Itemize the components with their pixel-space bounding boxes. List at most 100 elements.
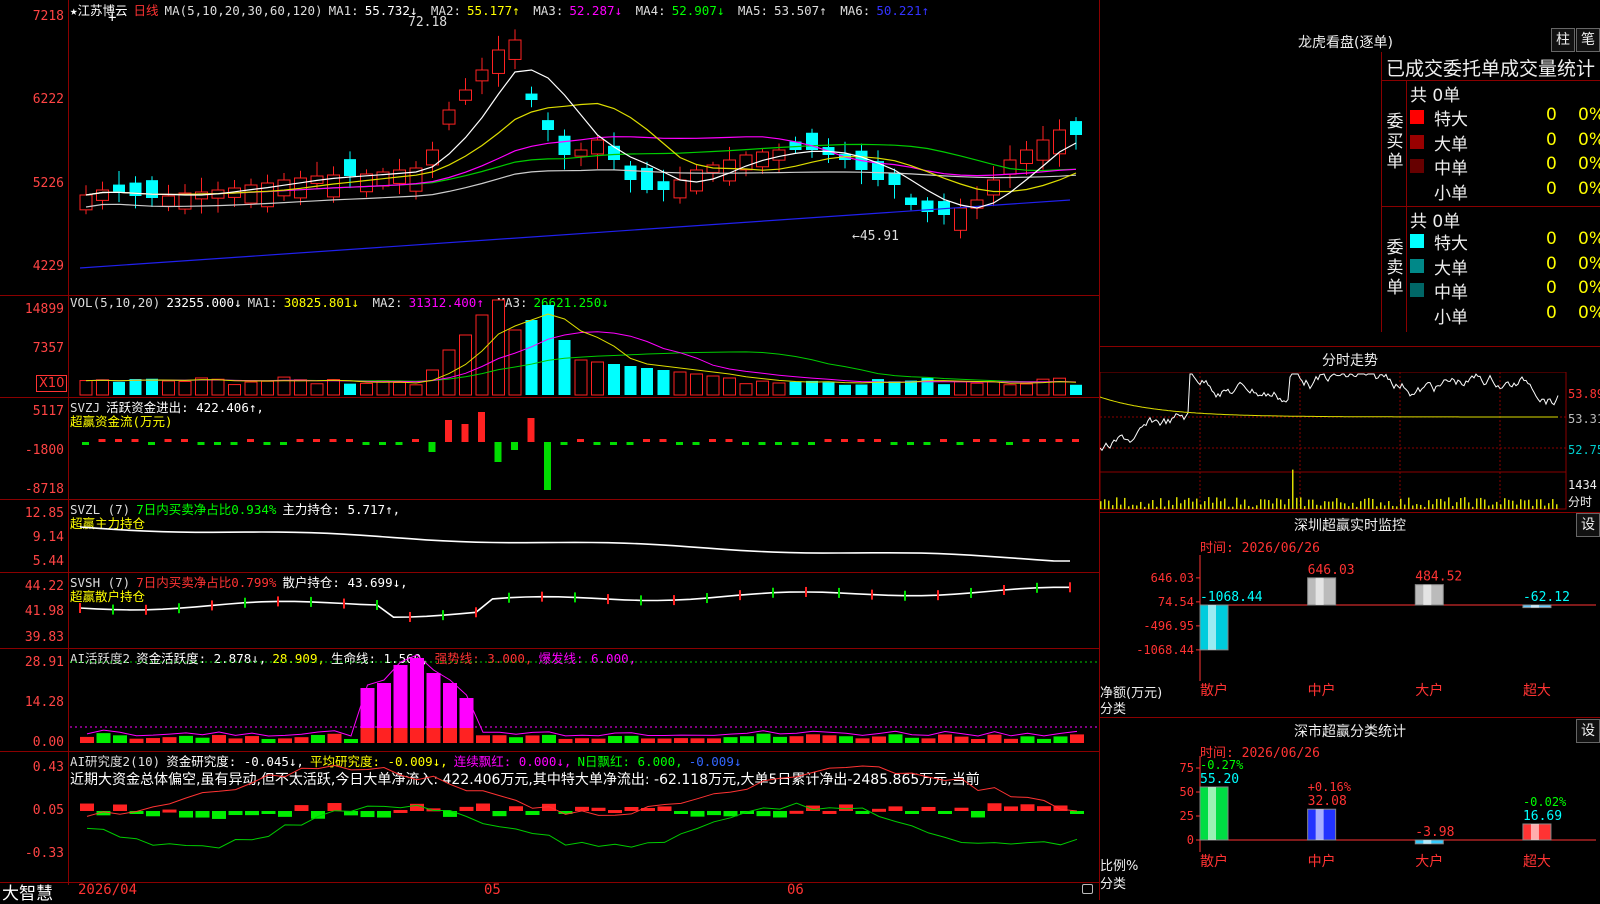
intraday-vol-bar bbox=[1244, 499, 1246, 509]
buy-row: 大单 0 0% bbox=[1406, 129, 1600, 155]
svsh-panel[interactable]: SVSH (7) 7日内买卖净占比0.799% 散户持仓: 43.699↓, 超赢散… bbox=[0, 572, 1100, 649]
ai-active-chart[interactable] bbox=[70, 648, 1100, 751]
intraday-vol-bar bbox=[1464, 497, 1466, 509]
tick-mode-button[interactable]: 笔 bbox=[1576, 28, 1600, 52]
crosshair-icon: + bbox=[108, 10, 116, 26]
intraday-vol-bar bbox=[1264, 499, 1266, 509]
intraday-vol-bar bbox=[1272, 503, 1274, 509]
ai-research-ytick: 0.05 bbox=[32, 803, 64, 818]
sell-row: 中单 0 0% bbox=[1406, 278, 1600, 303]
intraday-vol-bar bbox=[1248, 505, 1250, 509]
color-swatch bbox=[1410, 183, 1424, 198]
intraday-vol-bar bbox=[1416, 504, 1418, 509]
ai-active-panel[interactable]: AI活跃度2 资金活跃度: 2.878↓, 28.909, 生命线: 1.560, 强势… bbox=[0, 648, 1100, 752]
volume-bar bbox=[558, 340, 571, 395]
volume-bar bbox=[294, 379, 307, 396]
ai-active-ytick: 28.91 bbox=[24, 655, 64, 670]
candle-up bbox=[244, 184, 258, 204]
intraday-vol-bar bbox=[1504, 498, 1506, 509]
intraday-vol-bar bbox=[1340, 502, 1342, 509]
candle-down bbox=[113, 184, 125, 192]
bar-ytick: 0 bbox=[1187, 833, 1194, 847]
research-bar bbox=[839, 804, 853, 811]
ai-research-chart[interactable] bbox=[70, 751, 1100, 882]
fund-flow-bar bbox=[263, 442, 271, 445]
category-label: 超大 bbox=[1523, 683, 1551, 699]
ai-research-panel[interactable]: AI研究度2(10) 资金研究度: -0.045↓, 平均研究度: -0.009↓,… bbox=[0, 751, 1100, 883]
fund-flow-bar bbox=[1022, 439, 1030, 442]
research-bar bbox=[921, 806, 936, 811]
research-bar bbox=[822, 810, 837, 814]
activity-bar bbox=[773, 736, 787, 743]
svzj-panel[interactable]: SVZJ 活跃资金进出: 422.406↑, 超赢资金流(万元) 5117 -18… bbox=[0, 397, 1100, 500]
intraday-vol-bar bbox=[1276, 498, 1278, 509]
stat-chart[interactable]: 75 50 25 0 55.20-0.27% 散户 32.08+0.16% 中户 -3.98 大户… bbox=[1100, 756, 1600, 900]
fund-flow-bar bbox=[989, 439, 997, 442]
volume-panel[interactable]: VOL(5,10,20) 23255.000↓ MA1: 30825.801↓ MA2… bbox=[0, 295, 1100, 398]
volume-bar bbox=[591, 361, 604, 396]
volume-bar bbox=[772, 382, 786, 396]
intraday-title: 分时走势 bbox=[1322, 353, 1378, 369]
intraday-ytick: 52.75 bbox=[1568, 443, 1600, 457]
activity-bar bbox=[789, 736, 804, 743]
sz-settings-button[interactable]: 设 bbox=[1576, 513, 1600, 537]
intraday-vol-bar bbox=[1316, 504, 1318, 509]
sz-monitor-chart[interactable]: 646.03 74.54 -496.95 -1068.44 -1068.44 散户 646.… bbox=[1100, 555, 1600, 715]
row-percent: 0% bbox=[1578, 178, 1600, 199]
intraday-chart[interactable]: 53.89 53.31 52.75 1434 分时 bbox=[1100, 372, 1600, 512]
intraday-vol-bar bbox=[1100, 501, 1102, 509]
fund-flow-bar bbox=[659, 439, 667, 442]
lock-icon[interactable] bbox=[1082, 884, 1093, 894]
row-count: 0 bbox=[1546, 278, 1557, 298]
volume-bar bbox=[344, 383, 356, 395]
fund-flow-bar bbox=[593, 442, 601, 445]
category-label: 中户 bbox=[1308, 682, 1336, 699]
intraday-vol-bar bbox=[1456, 502, 1458, 509]
research-bar bbox=[294, 805, 309, 811]
volume-bar bbox=[211, 378, 225, 396]
bar-delta-label: -0.02% bbox=[1523, 795, 1567, 809]
category-label: 散户 bbox=[1200, 853, 1228, 870]
intraday-vol-bar bbox=[1364, 498, 1366, 509]
candle-up bbox=[508, 39, 522, 60]
row-percent: 0% bbox=[1578, 154, 1600, 174]
svzl-panel[interactable]: SVZL (7) 7日内买卖净占比0.934% 主力持仓: 5.717↑, 超赢主力… bbox=[0, 499, 1100, 573]
candle-up bbox=[442, 109, 456, 125]
svzj-chart[interactable] bbox=[70, 397, 1100, 499]
row-count: 0 bbox=[1546, 129, 1557, 150]
svzl-chart[interactable] bbox=[70, 499, 1100, 572]
activity-bar bbox=[80, 736, 94, 743]
kline-chart[interactable]: 72.18 ←45.91 + bbox=[70, 0, 1100, 295]
activity-bar bbox=[1037, 738, 1051, 743]
buy-row: 中单 0 0% bbox=[1406, 154, 1600, 179]
activity-bar bbox=[938, 734, 952, 743]
research-bar bbox=[360, 811, 375, 818]
fund-flow-bar bbox=[362, 442, 370, 445]
candle-up bbox=[954, 207, 967, 231]
svsh-chart[interactable] bbox=[70, 572, 1100, 648]
activity-bar bbox=[806, 734, 820, 743]
bar-value-label: -1068.44 bbox=[1200, 590, 1263, 605]
intraday-ytick: 53.89 bbox=[1568, 387, 1600, 401]
stat-settings-button[interactable]: 设 bbox=[1576, 719, 1600, 743]
research-bar bbox=[278, 811, 292, 817]
fund-flow-bar bbox=[445, 420, 452, 442]
fund-flow-bar bbox=[775, 442, 782, 445]
volume-bar bbox=[1003, 384, 1017, 396]
fund-flow-bar bbox=[1039, 439, 1046, 442]
intraday-vol-bar bbox=[1376, 506, 1378, 509]
intraday-vol-bar bbox=[1180, 503, 1182, 509]
intraday-vol-bar bbox=[1428, 500, 1430, 509]
bar-mode-button[interactable]: 柱 bbox=[1551, 28, 1575, 52]
intraday-vol-bar bbox=[1220, 501, 1222, 509]
intraday-vol-bar bbox=[1356, 506, 1358, 509]
volume-chart[interactable] bbox=[70, 295, 1100, 397]
research-bar bbox=[575, 806, 589, 811]
research-bar bbox=[228, 811, 243, 816]
intraday-vol-bar bbox=[1380, 502, 1382, 509]
kline-panel[interactable]: ★江苏博云 日线 MA(5,10,20,30,60,120) MA1: 55.732↓ … bbox=[0, 0, 1100, 296]
intraday-vol-bar bbox=[1436, 498, 1438, 509]
intraday-vol-bar bbox=[1184, 499, 1186, 509]
research-bar bbox=[195, 811, 210, 818]
research-bar bbox=[1037, 806, 1051, 811]
